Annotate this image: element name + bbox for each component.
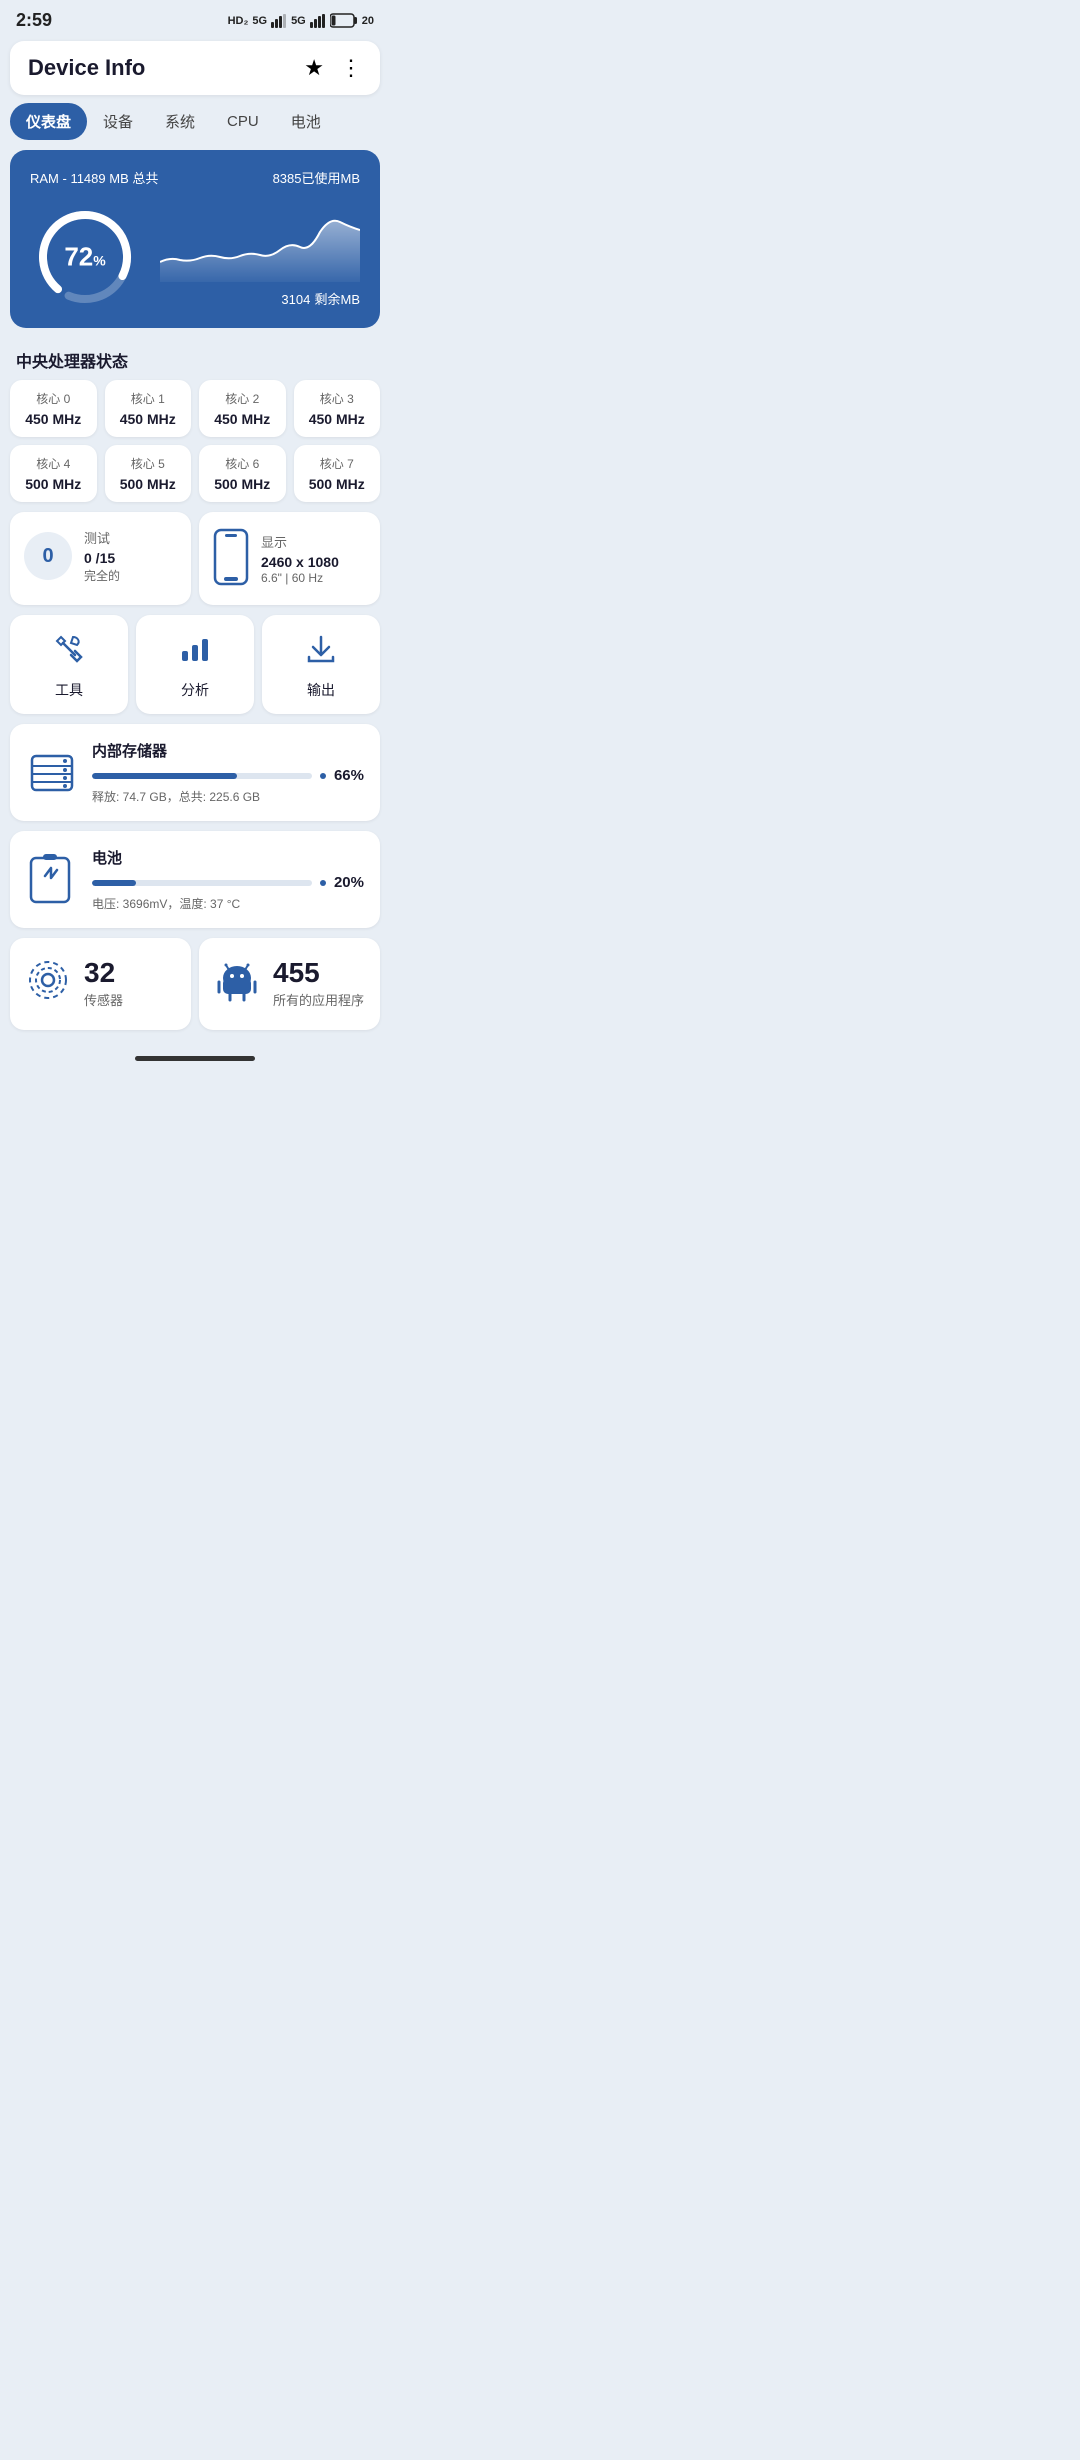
cpu-core-7: 核心 7 500 MHz (294, 445, 381, 502)
signal-icon-2 (310, 14, 326, 28)
home-indicator (0, 1046, 390, 1077)
display-info: 显示 2460 x 1080 6.6" | 60 Hz (261, 532, 339, 585)
status-icons: HD₂ 5G 5G 20 (228, 13, 374, 28)
storage-card[interactable]: 内部存储器 66% 释放: 74.7 GB，总共: 225.6 GB (10, 724, 380, 821)
battery-sub: 电压: 3696mV，温度: 37 °C (92, 895, 364, 912)
cpu-core-0: 核心 0 450 MHz (10, 380, 97, 437)
ram-card: RAM - 11489 MB 总共 8385已使用MB 72% (10, 150, 380, 328)
ram-remaining: 3104 剩余MB (160, 289, 360, 308)
display-phone-icon (213, 528, 249, 589)
storage-info: 内部存储器 66% 释放: 74.7 GB，总共: 225.6 GB (92, 740, 364, 805)
ram-sparkline: 3104 剩余MB (160, 212, 360, 302)
tab-system[interactable]: 系统 (149, 103, 211, 140)
display-card[interactable]: 显示 2460 x 1080 6.6" | 60 Hz (199, 512, 380, 605)
sensors-card[interactable]: 32 传感器 (10, 938, 191, 1030)
signal-icon-1 (271, 14, 287, 28)
bottom-row: 32 传感器 455 所有的应用程序 (0, 938, 390, 1046)
test-card[interactable]: 0 测试 0 /15 完全的 (10, 512, 191, 605)
storage-percent: 66% (334, 767, 364, 784)
tool-export[interactable]: 输出 (262, 615, 380, 714)
storage-bar (92, 773, 312, 779)
cpu-core-4: 核心 4 500 MHz (10, 445, 97, 502)
app-header: Device Info ★ ⋮ (10, 41, 380, 95)
favorite-icon[interactable]: ★ (304, 55, 324, 81)
tools-row: 工具 分析 输出 (0, 615, 390, 724)
tab-bar: 仪表盘 设备 系统 CPU 电池 (0, 103, 390, 140)
test-info: 测试 0 /15 完全的 (84, 528, 120, 584)
storage-sub: 释放: 74.7 GB，总共: 225.6 GB (92, 788, 364, 805)
tab-device[interactable]: 设备 (87, 103, 149, 140)
ram-title: RAM - 11489 MB 总共 (30, 168, 158, 188)
more-icon[interactable]: ⋮ (340, 55, 362, 81)
tool-tools[interactable]: 工具 (10, 615, 128, 714)
tab-battery[interactable]: 电池 (275, 103, 337, 140)
battery-icon (26, 854, 78, 906)
export-label: 输出 (307, 680, 335, 700)
apps-label: 所有的应用程序 (273, 990, 364, 1009)
cpu-core-5: 核心 5 500 MHz (105, 445, 192, 502)
status-bar: 2:59 HD₂ 5G 5G 20 (0, 0, 390, 37)
tab-cpu[interactable]: CPU (211, 105, 275, 138)
cpu-section-title: 中央处理器状态 (0, 338, 390, 380)
ram-used: 8385已使用MB (273, 168, 360, 188)
storage-icon (26, 747, 78, 799)
ram-body: 72% 3104 剩余MB (30, 202, 360, 312)
network-hd2: HD₂ (228, 15, 249, 27)
cpu-core-6: 核心 6 500 MHz (199, 445, 286, 502)
export-icon (305, 633, 337, 672)
tab-dashboard[interactable]: 仪表盘 (10, 103, 87, 140)
battery-info: 电池 20% 电压: 3696mV，温度: 37 °C (92, 847, 364, 912)
android-icon (215, 958, 259, 1010)
status-time: 2:59 (16, 10, 52, 31)
cpu-core-3: 核心 3 450 MHz (294, 380, 381, 437)
battery-dot (320, 880, 326, 886)
app-title: Device Info (28, 55, 145, 81)
battery-bar (92, 880, 312, 886)
sensor-label: 传感器 (84, 990, 123, 1009)
tools-icon (53, 633, 85, 672)
header-actions: ★ ⋮ (304, 55, 362, 81)
battery-percent: 20% (334, 874, 364, 891)
battery-bar-fill (92, 880, 136, 886)
cpu-grid: 核心 0 450 MHz 核心 1 450 MHz 核心 2 450 MHz 核… (0, 380, 390, 512)
home-bar (135, 1056, 255, 1061)
info-row: 0 测试 0 /15 完全的 显示 2460 x 1080 6.6" | 60 … (0, 512, 390, 615)
network-5g-1: 5G (252, 15, 267, 27)
analysis-icon (179, 633, 211, 672)
analysis-label: 分析 (181, 680, 209, 700)
apps-card[interactable]: 455 所有的应用程序 (199, 938, 380, 1030)
tool-analysis[interactable]: 分析 (136, 615, 254, 714)
sensor-icon (26, 958, 70, 1010)
sensor-count: 32 (84, 959, 123, 987)
battery-status-icon (330, 13, 358, 28)
apps-count: 455 (273, 959, 364, 987)
cpu-core-2: 核心 2 450 MHz (199, 380, 286, 437)
test-icon: 0 (24, 532, 72, 580)
battery-level: 20 (362, 15, 374, 27)
battery-card[interactable]: 电池 20% 电压: 3696mV，温度: 37 °C (10, 831, 380, 928)
storage-bar-fill (92, 773, 237, 779)
ram-gauge: 72% (30, 202, 140, 312)
cpu-core-1: 核心 1 450 MHz (105, 380, 192, 437)
tools-label: 工具 (55, 680, 83, 700)
network-5g-2: 5G (291, 15, 306, 27)
storage-dot (320, 773, 326, 779)
ram-percent: 72% (64, 242, 105, 273)
